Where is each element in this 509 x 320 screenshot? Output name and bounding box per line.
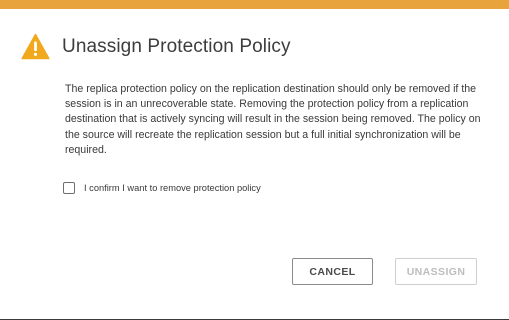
- unassign-button[interactable]: UNASSIGN: [395, 258, 477, 285]
- unassign-policy-dialog: Unassign Protection Policy The replica p…: [0, 0, 509, 320]
- dialog-header: Unassign Protection Policy: [21, 33, 291, 60]
- confirm-checkbox-label[interactable]: I confirm I want to remove protection po…: [84, 183, 261, 193]
- confirm-checkbox-row[interactable]: I confirm I want to remove protection po…: [63, 182, 261, 194]
- cancel-button[interactable]: CANCEL: [292, 258, 373, 285]
- warning-message: The replica protection policy on the rep…: [65, 83, 481, 156]
- warning-icon: [21, 33, 50, 60]
- dialog-title: Unassign Protection Policy: [62, 35, 291, 57]
- confirm-checkbox[interactable]: [63, 182, 75, 194]
- dialog-accent-bar: [0, 0, 509, 9]
